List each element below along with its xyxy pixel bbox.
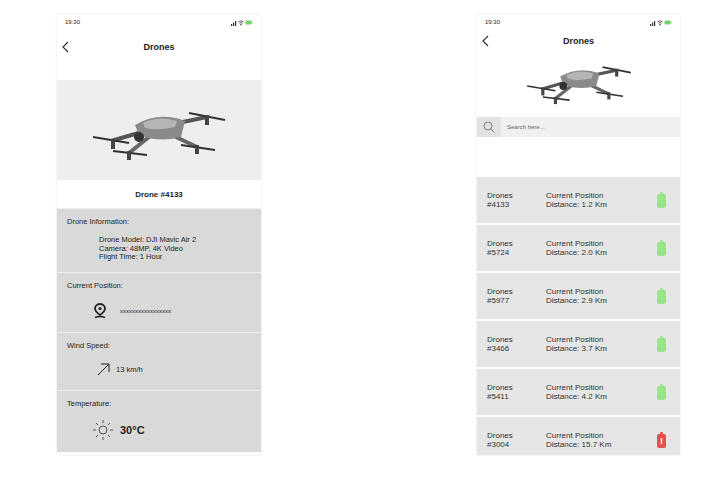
drone-name: Drones #5977 <box>487 287 531 305</box>
section-value: 30°C <box>120 424 145 436</box>
info-line: Flight Time: 1 Hour <box>99 253 251 262</box>
drone-list: Drones #4133 Current Position Distance: … <box>477 177 680 455</box>
chevron-left-icon <box>481 35 489 47</box>
section-value: xxxxxxxxxxxxxxxxx <box>120 308 171 314</box>
section-value: 13 km/h <box>116 365 143 374</box>
drone-name: Drones #5411 <box>487 383 531 401</box>
header: Drones <box>477 29 680 53</box>
drone-name: Drones #4133 <box>487 191 531 209</box>
drone-row[interactable]: Drones #3466 Current Position Distance: … <box>477 321 680 367</box>
drone-name: Drones #3004 <box>487 431 531 449</box>
battery-icon <box>657 194 666 208</box>
info-section: Wind Speed: 13 km/h <box>57 332 261 390</box>
distance: Distance: 15.7 Km <box>546 440 657 449</box>
battery-icon <box>657 242 666 256</box>
section-value-row: xxxxxxxxxxxxxxxxx <box>67 300 251 322</box>
distance: Distance: 3.7 Km <box>546 344 657 353</box>
screens: 19:30 Drones Drone #4133 Drone Informati… <box>0 0 709 487</box>
drone-icon <box>89 95 229 165</box>
status-time: 19:30 <box>485 19 500 25</box>
position-label: Current Position <box>546 335 657 344</box>
drone-position: Current Position Distance: 4.2 Km <box>546 383 657 401</box>
distance: Distance: 2.0 Km <box>546 248 657 257</box>
drone-info: Drone Model: DJI Mavic Air 2Camera: 48MP… <box>67 236 251 262</box>
signal-wifi-battery-icon <box>650 19 672 26</box>
drone-row[interactable]: Drones #4133 Current Position Distance: … <box>477 177 680 223</box>
drone-row[interactable]: Drones #5724 Current Position Distance: … <box>477 225 680 271</box>
drone-name: Drones #5724 <box>487 239 531 257</box>
section-value-row: 13 km/h <box>67 360 251 380</box>
location-pin-icon <box>94 303 106 319</box>
drone-row[interactable]: Drones #5411 Current Position Distance: … <box>477 369 680 415</box>
header: Drones <box>57 29 261 65</box>
battery-alert: ! <box>660 437 663 446</box>
battery-icon: ! <box>657 434 666 448</box>
drone-image <box>477 53 680 108</box>
info-section: Temperature: 30°C <box>57 390 261 452</box>
distance: Distance: 2.9 Km <box>546 296 657 305</box>
drone-position: Current Position Distance: 2.0 Km <box>546 239 657 257</box>
drone-position: Current Position Distance: 15.7 Km <box>546 431 657 449</box>
battery-icon <box>657 338 666 352</box>
drone-list-screen: 19:30 Drones Drones #4133 Current Positi… <box>477 15 680 455</box>
info-line: Camera: 48MP, 4K Video <box>99 245 251 254</box>
drone-image <box>57 80 261 180</box>
position-label: Current Position <box>546 383 657 392</box>
info-line: Drone Model: DJI Mavic Air 2 <box>99 236 251 245</box>
drone-position: Current Position Distance: 2.9 Km <box>546 287 657 305</box>
drone-row[interactable]: Drones #3004 Current Position Distance: … <box>477 417 680 455</box>
title: Drones <box>81 42 237 52</box>
wind-direction-arrow-icon <box>97 363 110 376</box>
signal-wifi-battery-icon <box>231 19 253 26</box>
section-value-row: 30°C <box>67 418 251 442</box>
drone-name: Drone #4133 <box>57 180 261 208</box>
section-label: Current Position: <box>67 281 251 290</box>
back-button[interactable] <box>477 35 501 47</box>
battery-icon <box>657 290 666 304</box>
status-bar: 19:30 <box>477 15 680 29</box>
section-label: Temperature: <box>67 399 251 408</box>
chevron-left-icon <box>61 41 69 53</box>
drone-position: Current Position Distance: 3.7 Km <box>546 335 657 353</box>
battery-icon <box>657 386 666 400</box>
back-button[interactable] <box>57 41 81 53</box>
magnifier-icon <box>483 121 495 133</box>
drone-row[interactable]: Drones #5977 Current Position Distance: … <box>477 273 680 319</box>
status-bar: 19:30 <box>57 15 261 29</box>
info-section: Drone Information: Drone Model: DJI Mavi… <box>57 208 261 272</box>
section-label: Drone Information: <box>67 217 251 226</box>
drone-position: Current Position Distance: 1.2 Km <box>546 191 657 209</box>
search-input[interactable] <box>501 117 680 137</box>
drone-icon <box>524 53 634 108</box>
title: Drones <box>501 36 656 46</box>
position-label: Current Position <box>546 191 657 200</box>
distance: Distance: 4.2 Km <box>546 392 657 401</box>
search-button[interactable] <box>477 117 501 137</box>
info-section: Current Position: xxxxxxxxxxxxxxxxx <box>57 272 261 332</box>
status-time: 19:30 <box>65 19 80 25</box>
position-label: Current Position <box>546 287 657 296</box>
drone-detail-screen: 19:30 Drones Drone #4133 Drone Informati… <box>57 15 261 455</box>
sun-icon <box>92 419 114 441</box>
search-bar <box>477 117 680 137</box>
position-label: Current Position <box>546 239 657 248</box>
drone-name: Drones #3466 <box>487 335 531 353</box>
distance: Distance: 1.2 Km <box>546 200 657 209</box>
position-label: Current Position <box>546 431 657 440</box>
section-label: Wind Speed: <box>67 341 251 350</box>
